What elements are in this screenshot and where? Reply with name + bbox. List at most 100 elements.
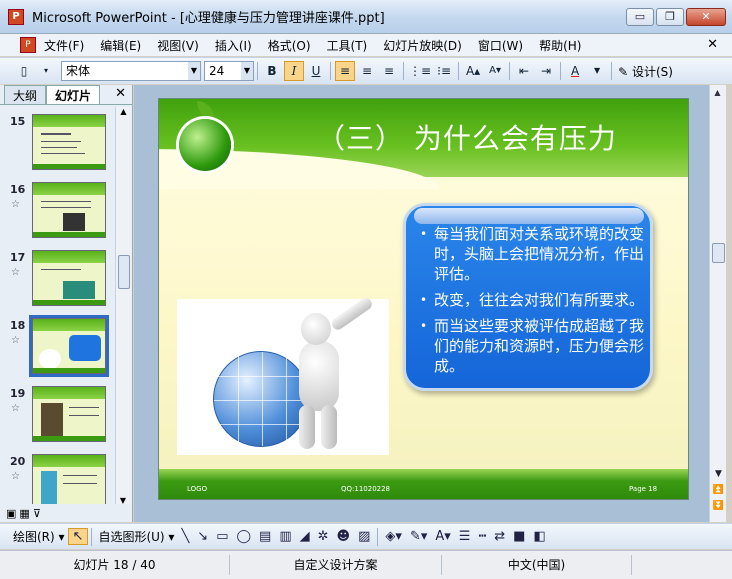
draw-menu-button[interactable]: 绘图(R) ▾ (10, 528, 68, 545)
wordart-icon[interactable]: ◢ (296, 529, 314, 544)
globe-person-picture[interactable] (177, 295, 389, 455)
menu-window[interactable]: 窗口(W) (470, 37, 531, 54)
menu-insert[interactable]: 插入(I) (207, 37, 260, 54)
slideshow-view-icon[interactable]: ⊽ (33, 507, 41, 520)
increase-font-icon[interactable]: A▴ (463, 61, 483, 81)
italic-button[interactable]: I (284, 61, 304, 81)
footer-logo: LOGO (187, 485, 208, 493)
scrollbar-thumb[interactable] (118, 255, 130, 289)
menu-edit[interactable]: 编辑(E) (92, 37, 149, 54)
font-color-icon[interactable]: A (565, 61, 585, 81)
select-pointer-icon[interactable]: ↖ (67, 528, 89, 545)
slide-thumbnail-16[interactable]: 16 ☆ (0, 179, 114, 241)
close-button[interactable]: ✕ (686, 8, 726, 26)
vertical-textbox-icon[interactable]: ▥ (275, 529, 295, 544)
animation-star-icon: ☆ (11, 471, 20, 482)
textbox-icon[interactable]: ▤ (255, 529, 275, 544)
new-document-icon[interactable]: ▯ (14, 61, 34, 81)
decrease-font-icon[interactable]: A▾ (485, 61, 505, 81)
font-name-select[interactable]: 宋体 ▼ (61, 61, 201, 81)
close-icon[interactable]: ✕ (115, 86, 126, 101)
tab-outline[interactable]: 大纲 (4, 85, 47, 104)
thumbnail-scrollbar[interactable]: ▲ ▼ (115, 107, 131, 505)
chevron-down-icon[interactable]: ▼ (188, 62, 200, 80)
align-right-icon[interactable]: ≡ (379, 61, 399, 81)
line-icon[interactable]: ╲ (177, 529, 193, 544)
line-color-icon[interactable]: ✎▾ (406, 529, 431, 544)
bullet-item[interactable]: 而当这些要求被评估成超越了我们的能力和资源时，压力便会形成。 (416, 316, 646, 376)
bulleted-list-icon[interactable]: ⁝≡ (434, 61, 454, 81)
increase-indent-icon[interactable]: ⇥ (536, 61, 556, 81)
diagram-icon[interactable]: ✲ (314, 529, 333, 544)
menu-help[interactable]: 帮助(H) (531, 37, 589, 54)
document-close-icon[interactable]: ✕ (707, 37, 718, 52)
slide-thumbnail-image (32, 386, 106, 442)
scroll-up-icon[interactable]: ▲ (116, 107, 131, 121)
menu-view[interactable]: 视图(V) (149, 37, 207, 54)
bold-button[interactable]: B (262, 61, 282, 81)
powerpoint-app-icon[interactable]: P (8, 8, 24, 25)
rectangle-icon[interactable]: ▭ (212, 529, 232, 544)
clipart-icon[interactable]: ☻ (333, 529, 355, 544)
numbered-list-icon[interactable]: ⋮≡ (408, 61, 432, 81)
line-style-icon[interactable]: ☰ (455, 529, 475, 544)
next-slide-icon[interactable]: ⏬ (712, 501, 725, 511)
slide-title[interactable]: （三） 为什么会有压力 (317, 117, 617, 157)
animation-star-icon: ☆ (11, 199, 20, 210)
toolbar-options-icon[interactable]: ▾ (36, 61, 56, 81)
menu-slideshow[interactable]: 幻灯片放映(D) (375, 37, 470, 54)
slide-editing-area: （三） 为什么会有压力 每当我们面对关系或环境的改变时，头脑上会把情况分析，作出… (134, 85, 709, 522)
current-slide[interactable]: （三） 为什么会有压力 每当我们面对关系或环境的改变时，头脑上会把情况分析，作出… (158, 98, 689, 500)
menu-file[interactable]: 文件(F) (36, 37, 92, 54)
bullet-item[interactable]: 每当我们面对关系或环境的改变时，头脑上会把情况分析，作出评估。 (416, 224, 646, 284)
slide-thumbnail-17[interactable]: 17 ☆ (0, 247, 114, 309)
slide-number: 17 (10, 251, 26, 264)
restore-button[interactable]: ❐ (656, 8, 684, 26)
scroll-up-icon[interactable]: ▲ (710, 85, 725, 101)
align-center-icon[interactable]: ≡ (357, 61, 377, 81)
menu-format[interactable]: 格式(O) (260, 37, 319, 54)
normal-view-icon[interactable]: ▣ (6, 507, 16, 520)
document-icon[interactable]: P (20, 37, 36, 53)
autoshapes-button[interactable]: 自选图形(U) ▾ (95, 528, 177, 545)
font-size-select[interactable]: 24 ▼ (204, 61, 254, 81)
slide-thumbnail-19[interactable]: 19 ☆ (0, 383, 114, 445)
previous-slide-icon[interactable]: ⏫ (712, 485, 725, 495)
toolbar-divider (611, 62, 613, 80)
font-size-value: 24 (209, 64, 225, 78)
scrollbar-thumb[interactable] (712, 243, 725, 263)
menu-tools[interactable]: 工具(T) (319, 37, 376, 54)
slide-thumbnail-20[interactable]: 20 ☆ (0, 451, 114, 505)
insert-picture-icon[interactable]: ▨ (354, 529, 374, 544)
bullet-item[interactable]: 改变，往往会对我们有所要求。 (416, 290, 646, 310)
toolbar-divider (458, 62, 460, 80)
underline-button[interactable]: U (306, 61, 326, 81)
oval-icon[interactable]: ◯ (232, 529, 255, 544)
slide-thumbnail-15[interactable]: 15 (0, 111, 114, 173)
slide-scrollbar[interactable]: ▲ ▼ ⏫ ⏬ (709, 85, 726, 522)
design-template-name: 自定义设计方案 (230, 555, 442, 575)
fill-color-icon[interactable]: ◈▾ (381, 529, 406, 544)
slide-thumbnail-18[interactable]: 18 ☆ (0, 315, 114, 377)
dash-style-icon[interactable]: ┅ (474, 529, 490, 544)
decrease-indent-icon[interactable]: ⇤ (514, 61, 534, 81)
slide-number: 20 (10, 455, 26, 468)
arrow-style-icon[interactable]: ⇄ (490, 529, 509, 544)
formatting-toolbar: ▯ ▾ 宋体 ▼ 24 ▼ B I U ≡ ≡ ≡ ⋮≡ ⁝≡ A▴ A▾ ⇤ … (0, 57, 732, 84)
bullet-textbox[interactable]: 每当我们面对关系或环境的改变时，头脑上会把情况分析，作出评估。 改变，往往会对我… (403, 203, 653, 391)
tab-slides[interactable]: 幻灯片 (46, 85, 101, 104)
slide-sorter-view-icon[interactable]: ▦ (19, 507, 29, 520)
3d-style-icon[interactable]: ◧ (529, 529, 549, 544)
chevron-down-icon[interactable]: ▼ (587, 61, 607, 81)
scroll-down-icon[interactable]: ▼ (712, 469, 725, 479)
align-left-icon[interactable]: ≡ (335, 61, 355, 81)
arrow-icon[interactable]: ↘ (193, 529, 212, 544)
minimize-button[interactable]: ▭ (626, 8, 654, 26)
slide-design-button[interactable]: ✎ 设计(S) (615, 63, 676, 80)
3d-person-figure (277, 295, 387, 451)
shadow-style-icon[interactable]: ■ (509, 529, 529, 544)
chevron-down-icon[interactable]: ▼ (241, 62, 253, 80)
slide-thumbnail-list: 15 16 ☆ 17 ☆ 18 ☆ 19 ☆ 20 ☆ (0, 107, 114, 505)
font-name-value: 宋体 (66, 64, 91, 78)
font-color-icon[interactable]: A▾ (431, 529, 454, 544)
